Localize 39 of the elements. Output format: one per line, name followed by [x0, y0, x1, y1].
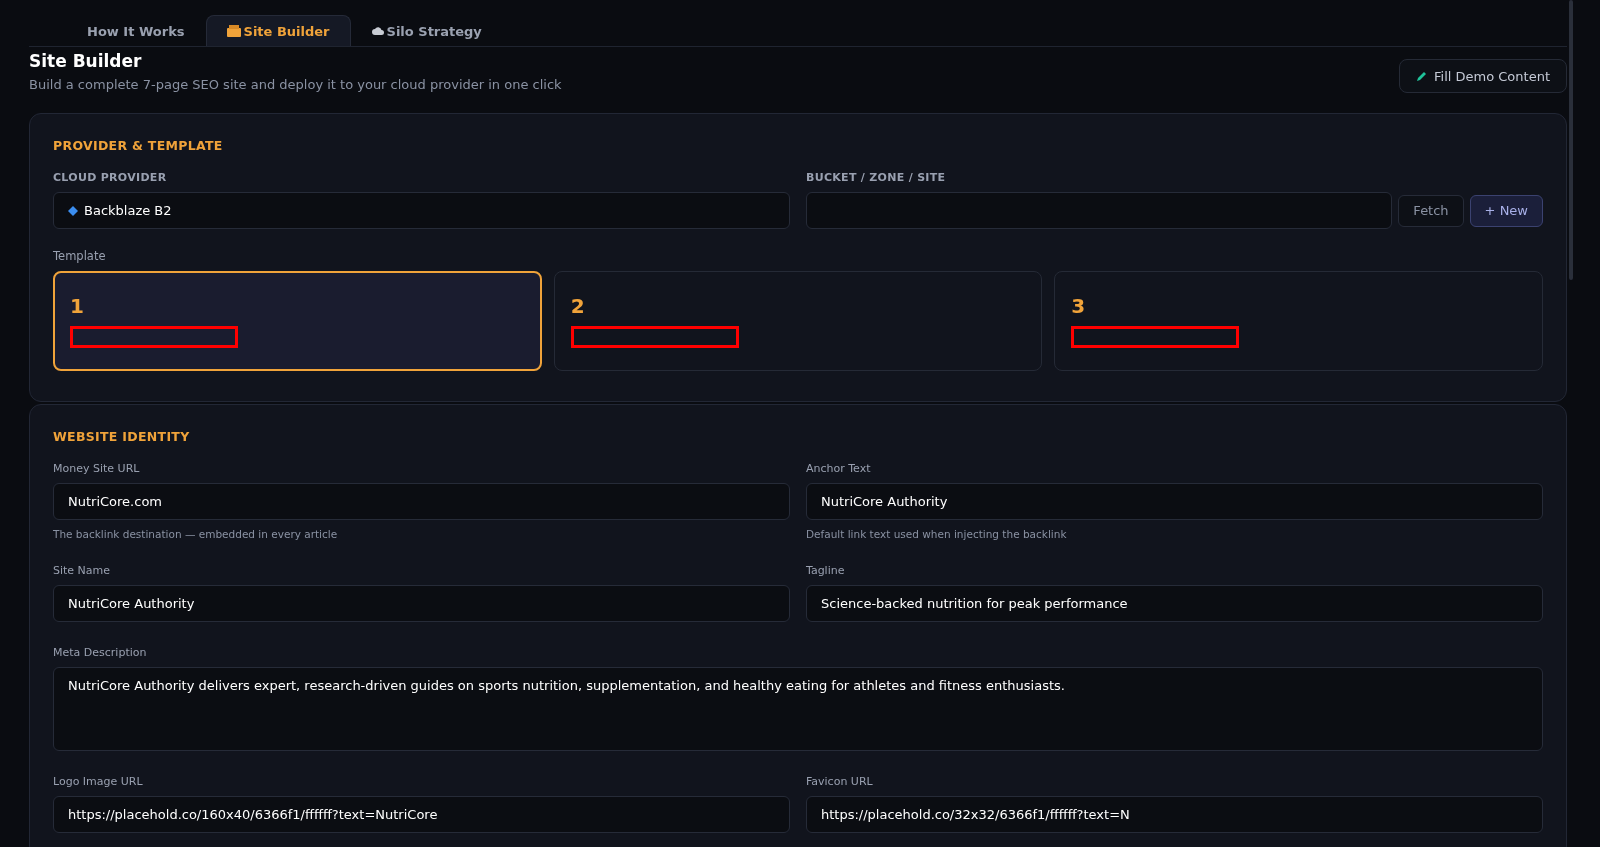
- input-field[interactable]: NutriCore Authority: [53, 585, 790, 622]
- field-label: Site Name: [53, 564, 112, 577]
- field-label: Anchor Text: [806, 462, 872, 475]
- template-card[interactable]: 1: [53, 271, 542, 371]
- box-icon: [226, 25, 241, 37]
- diamond-icon: [68, 205, 78, 216]
- page-subtitle: Build a complete 7-page SEO site and deploy it to your cloud provider in one click: [29, 77, 562, 92]
- section-title: PROVIDER & TEMPLATE: [53, 138, 224, 153]
- scrollbar[interactable]: [1569, 0, 1573, 280]
- fill-demo-button[interactable]: Fill Demo Content: [1399, 59, 1567, 93]
- template-card[interactable]: 3: [1054, 271, 1543, 371]
- field-label: CLOUD PROVIDER: [53, 171, 168, 184]
- tab[interactable]: How It Works: [66, 15, 206, 46]
- field-hint: Default link text used when injecting the backlink: [806, 528, 1068, 540]
- field-label: Template: [53, 249, 107, 263]
- input-field[interactable]: https://placehold.co/32x32/6366f1/ffffff?text=N: [806, 796, 1543, 833]
- input-field[interactable]: Science-backed nutrition for peak performance: [806, 585, 1543, 622]
- field-label: BUCKET / ZONE / SITE: [806, 171, 947, 184]
- pen-icon: [1416, 70, 1429, 82]
- template-card[interactable]: 2: [553, 271, 1043, 371]
- new-button[interactable]: + New: [1469, 194, 1543, 227]
- tab[interactable]: Silo Strategy: [350, 15, 503, 46]
- bucket-field[interactable]: [806, 192, 1393, 229]
- section-title: WEBSITE IDENTITY: [53, 429, 191, 444]
- field-label: Tagline: [806, 564, 846, 577]
- input-field[interactable]: NutriCore Authority: [806, 483, 1543, 520]
- tab[interactable]: Site Builder: [205, 15, 351, 46]
- input-field[interactable]: https://placehold.co/160x40/6366f1/ffffff?text=NutriCore: [53, 796, 790, 833]
- input-field[interactable]: NutriCore.com: [53, 483, 790, 520]
- field-label: Money Site URL: [53, 462, 141, 475]
- field-label: Logo Image URL: [53, 775, 144, 788]
- fetch-button[interactable]: Fetch: [1398, 194, 1464, 227]
- text-area[interactable]: NutriCore Authority delivers expert, research-driven guides on sports nutrition, supplementation, and healthy eating for athletes and fitness enthusiasts.: [53, 667, 1543, 751]
- cloud-icon: [371, 27, 384, 35]
- provider-select[interactable]: Backblaze B2: [53, 192, 790, 229]
- field-label: Meta Description: [53, 646, 148, 659]
- field-label: Favicon URL: [806, 775, 874, 788]
- field-hint: The backlink destination — embedded in every article: [53, 528, 339, 540]
- page-title: Site Builder: [29, 51, 143, 71]
